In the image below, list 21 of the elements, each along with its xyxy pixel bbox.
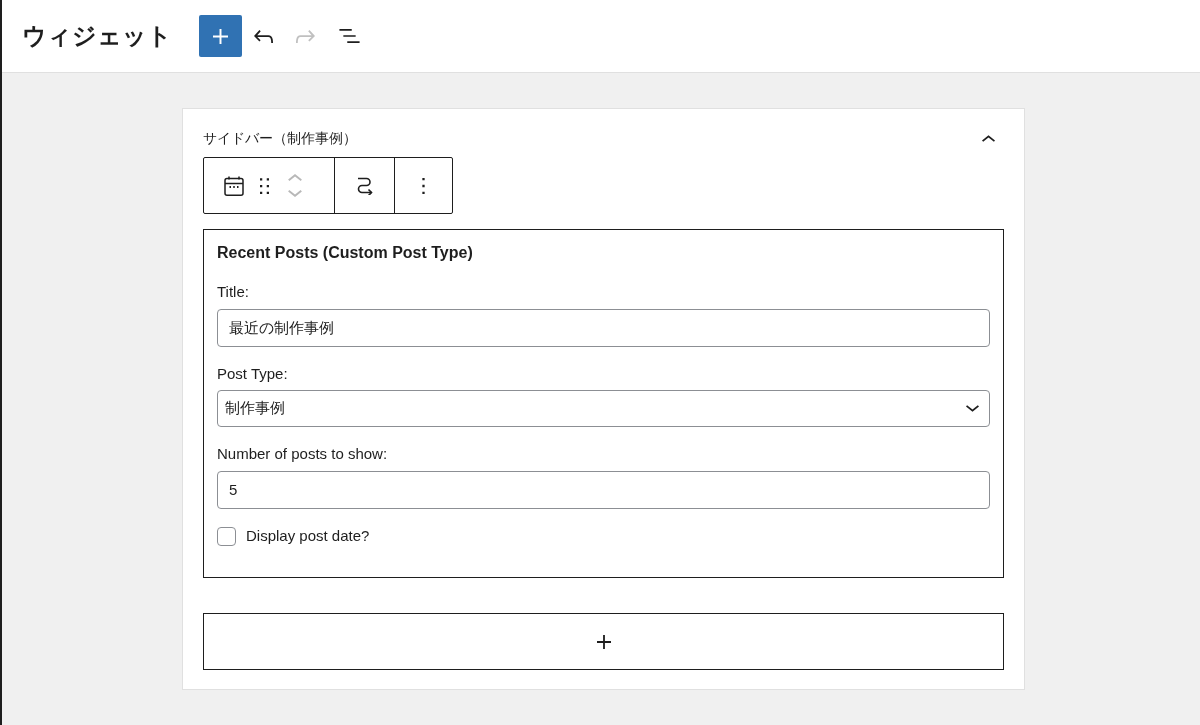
checkbox[interactable] xyxy=(217,526,236,546)
text-input[interactable]: 5 xyxy=(217,471,990,509)
checkbox-label: Display post date? xyxy=(246,526,370,546)
more-options-icon xyxy=(422,177,425,194)
chevron-down-icon xyxy=(966,405,979,412)
page-title: ウィジェット xyxy=(22,21,172,51)
chevron-up-icon xyxy=(981,134,995,142)
widget-heading: Recent Posts (Custom Post Type) xyxy=(217,243,474,263)
field-label: Post Type: xyxy=(217,364,289,384)
text-input[interactable]: 最近の制作事例 xyxy=(217,309,990,347)
curved-arrow-icon xyxy=(356,176,373,195)
widget-area-title: サイドバー（制作事例） xyxy=(203,129,357,148)
plus-icon xyxy=(596,634,611,649)
drag-handle-icon xyxy=(259,177,269,194)
plus-icon xyxy=(213,28,228,44)
select-dropdown[interactable]: 制作事例 xyxy=(217,390,990,427)
calendar-icon xyxy=(224,175,244,196)
field-label: Title: xyxy=(217,282,250,302)
add-block-button[interactable] xyxy=(203,613,1004,670)
field-label: Number of posts to show: xyxy=(217,444,389,464)
list-view-icon xyxy=(338,29,360,43)
